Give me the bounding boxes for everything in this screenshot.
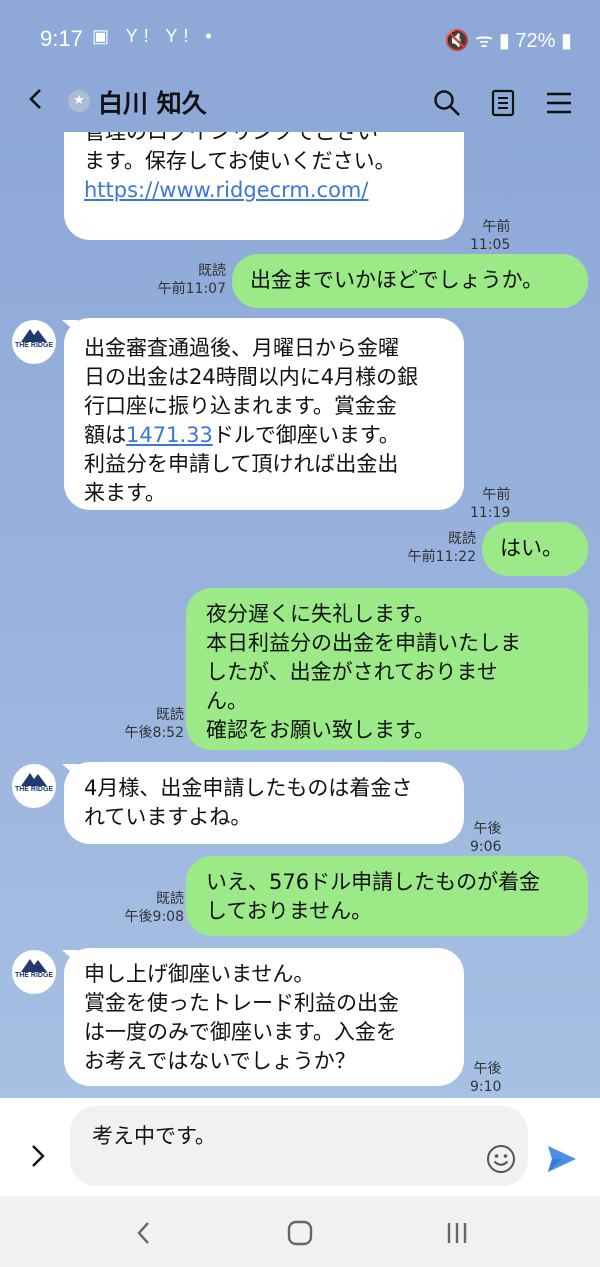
status-bar: 9:17 ▣ Y! Y! • 🔇 ᯤ ▮ 72% ▮ (0, 0, 600, 74)
read-receipt: 既読 (156, 707, 184, 723)
message-link[interactable]: https://www.ridgecrm.com/ (84, 178, 368, 202)
read-receipt: 既読 (198, 263, 226, 279)
back-arrow-icon[interactable] (26, 88, 48, 110)
message-bubble: 4月様、出金申請したものは着金さ れていますよね。 (64, 762, 464, 844)
message-bubble: 出金までいかほどでしょうか。 (232, 254, 588, 308)
message-time: 午後9:06 (470, 821, 502, 855)
nav-recents-icon[interactable] (442, 1218, 472, 1248)
read-receipt: 既読 (156, 891, 184, 907)
message-time: 午後9:08 (124, 909, 184, 925)
shield-badge-icon: ★ (68, 90, 90, 112)
expand-menu-icon[interactable] (26, 1144, 50, 1168)
message-bubble: 夜分遅くに失礼します。 本日利益分の出金を申請いたしま したが、出金がされており… (186, 588, 588, 750)
mountain-logo-icon (21, 959, 47, 972)
message-composer: 考え中です。 (0, 1098, 600, 1196)
message-time: 午前11:05 (470, 219, 511, 253)
contact-avatar[interactable]: THE RIDGE (12, 320, 56, 364)
system-status-icons: 🔇 ᯤ ▮ 72% ▮ (444, 30, 572, 52)
status-time: 9:17 (40, 26, 83, 51)
menu-icon[interactable] (544, 88, 574, 118)
search-icon[interactable] (432, 88, 462, 118)
mountain-logo-icon (21, 773, 47, 786)
message-text: 申し上げ御座いません。 賞金を使ったトレード利益の出金 は一度のみで御座います。… (84, 962, 399, 1073)
system-navigation-bar (0, 1196, 600, 1267)
contact-avatar[interactable]: THE RIDGE (12, 764, 56, 808)
message-text: 4月様、出金申請したものは着金さ れていますよね。 (84, 776, 413, 829)
amount-link[interactable]: 1471.33 (126, 423, 213, 447)
message-time: 午前11:22 (407, 549, 476, 565)
avatar-label: THE RIDGE (14, 972, 54, 979)
avatar-label: THE RIDGE (14, 786, 54, 793)
send-icon[interactable] (546, 1144, 578, 1174)
message-bubble: いえ、576ドル申請したものが着金 しておりません。 (186, 856, 588, 936)
message-time: 午前11:19 (470, 487, 511, 521)
avatar-label: THE RIDGE (14, 342, 54, 349)
message-bubble: 申し上げ御座いません。 賞金を使ったトレード利益の出金 は一度のみで御座います。… (64, 948, 464, 1086)
chat-header: ★ 白川 知久 (0, 74, 600, 132)
nav-back-icon[interactable] (130, 1218, 160, 1248)
notification-icons: ▣ Y! Y! • (92, 26, 218, 46)
nav-home-icon[interactable] (285, 1218, 315, 1248)
notes-icon[interactable] (488, 88, 518, 118)
message-bubble: 出金審査通過後、月曜日から金曜 日の出金は24時間以内に4月様の銀 行口座に振り… (64, 318, 464, 510)
emoji-icon[interactable] (486, 1144, 516, 1174)
chat-title: 白川 知久 (98, 89, 207, 118)
mountain-logo-icon (21, 329, 47, 342)
message-text: 管理のログインリンクでござい ます。保存してお使いください。 (84, 132, 396, 173)
message-input[interactable]: 考え中です。 (70, 1106, 528, 1186)
read-receipt: 既読 (448, 531, 476, 547)
message-bubble: 管理のログインリンクでござい ます。保存してお使いください。 https://w… (64, 132, 464, 240)
contact-avatar[interactable]: THE RIDGE (12, 950, 56, 994)
message-time: 午後9:10 (470, 1061, 502, 1095)
message-time: 午後8:52 (124, 725, 184, 741)
chat-history[interactable]: 管理のログインリンクでござい ます。保存してお使いください。 https://w… (0, 132, 600, 1098)
message-time: 午前11:07 (157, 281, 226, 297)
message-bubble: はい。 (482, 522, 588, 576)
